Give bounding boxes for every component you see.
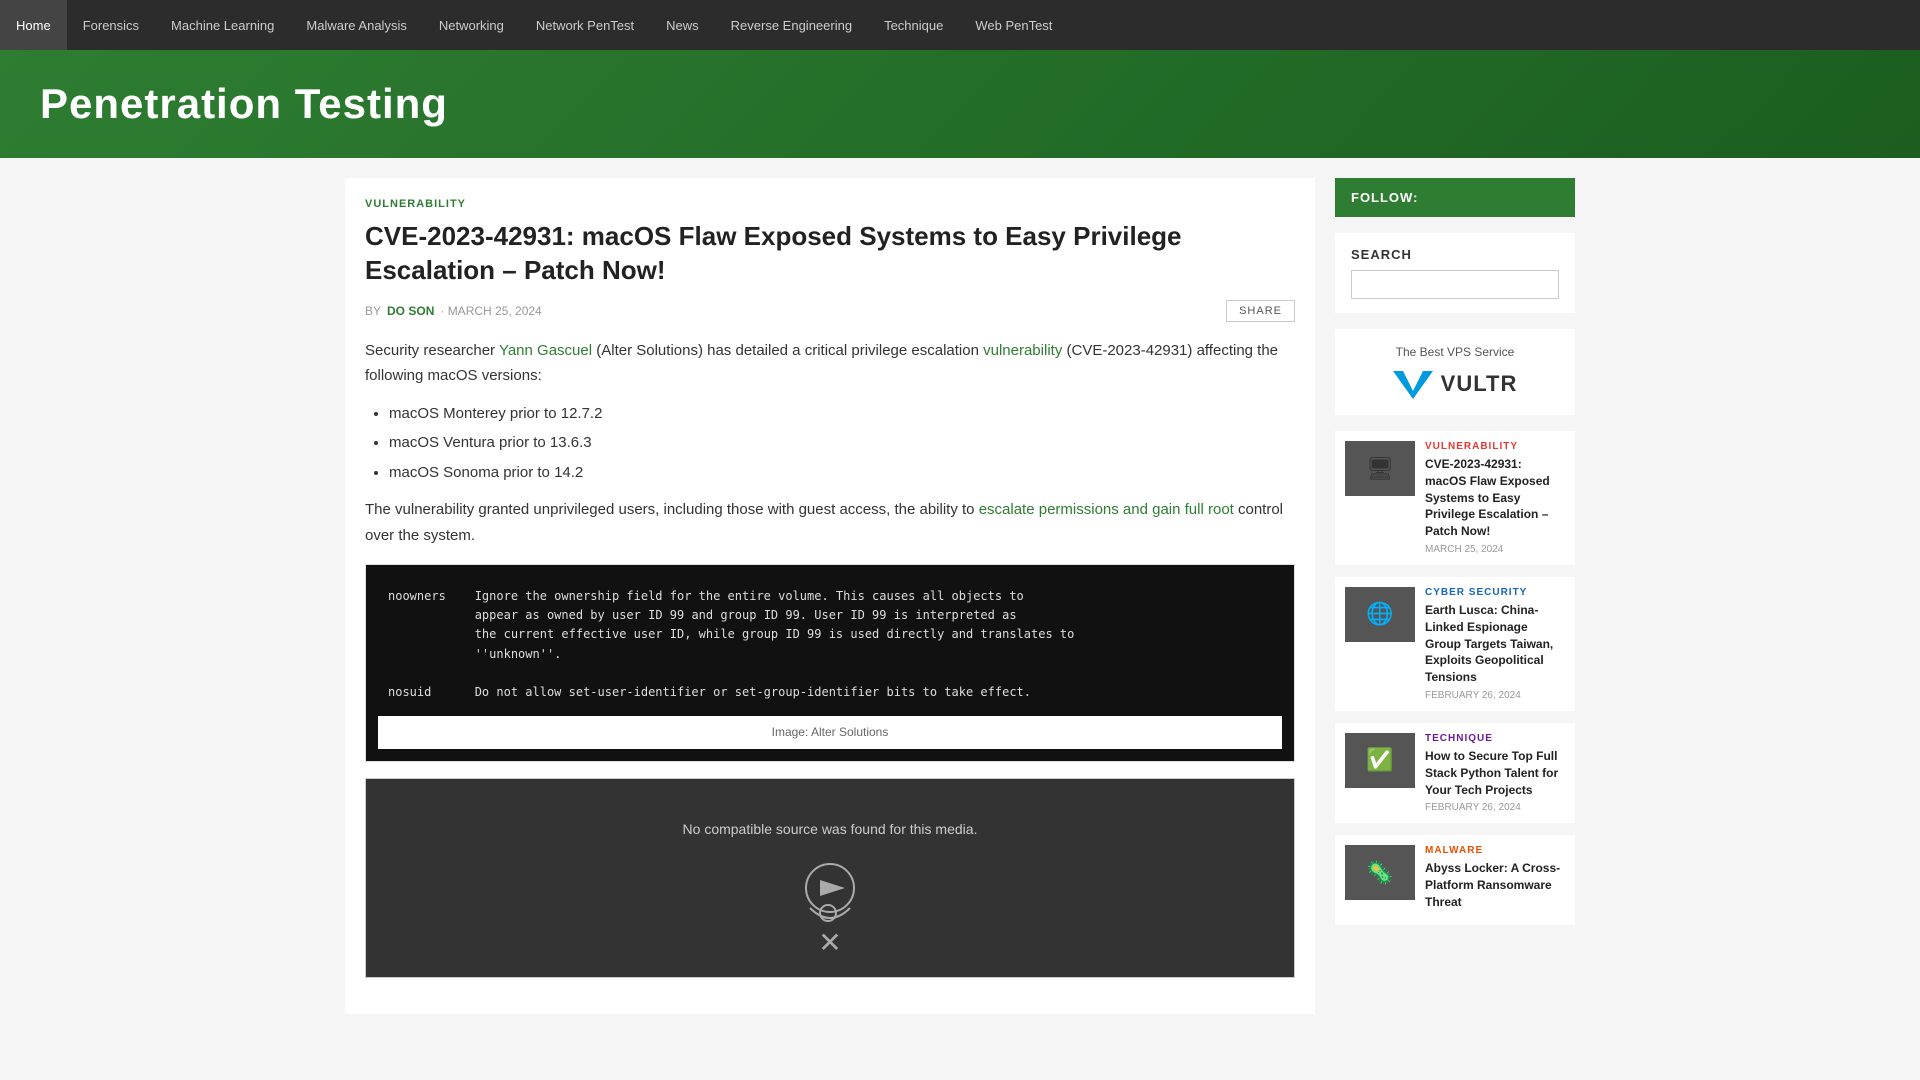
video-block[interactable]: No compatible source was found for this … (365, 778, 1295, 978)
article-author[interactable]: DO SON (387, 304, 434, 318)
main-nav: Home Forensics Machine Learning Malware … (0, 0, 1920, 50)
vultr-label: VULTR (1441, 371, 1518, 397)
image-caption: Image: Alter Solutions (378, 716, 1282, 748)
nav-malware-analysis[interactable]: Malware Analysis (290, 0, 422, 50)
vultr-icon (1393, 369, 1433, 399)
intro-text: Security researcher (365, 342, 499, 359)
article-info-3: TECHNIQUE How to Secure Top Full Stack P… (1425, 733, 1565, 813)
article-meta: BY DO SON · MARCH 25, 2024 SHARE (365, 300, 1295, 322)
sidebar-article-2[interactable]: 🌐 CYBER SECURITY Earth Lusca: China-Link… (1335, 577, 1575, 711)
nav-home[interactable]: Home (0, 0, 67, 50)
article-info-1: VULNERABILITY CVE-2023-42931: macOS Flaw… (1425, 441, 1565, 555)
vps-title: The Best VPS Service (1351, 345, 1559, 359)
version-item: macOS Ventura prior to 13.6.3 (389, 430, 1295, 456)
article-body-p2: The vulnerability granted unprivileged u… (365, 497, 1295, 548)
article-cat-3: TECHNIQUE (1425, 733, 1565, 744)
version-list: macOS Monterey prior to 12.7.2 macOS Ven… (389, 401, 1295, 486)
code-image-block: noowners Ignore the ownership field for … (365, 564, 1295, 762)
researcher-link[interactable]: Yann Gascuel (499, 342, 592, 359)
version-item: macOS Sonoma prior to 14.2 (389, 460, 1295, 486)
nav-technique[interactable]: Technique (868, 0, 959, 50)
sidebar: FOLLOW: SEARCH The Best VPS Service VULT… (1335, 178, 1575, 1014)
search-label: SEARCH (1351, 247, 1559, 262)
thumb-icon-3: ✅ (1345, 733, 1415, 788)
sidebar-article-3[interactable]: ✅ TECHNIQUE How to Secure Top Full Stack… (1335, 723, 1575, 823)
article-cat-4: MALWARE (1425, 845, 1565, 856)
article-title-1: CVE-2023-42931: macOS Flaw Exposed Syste… (1425, 456, 1565, 540)
by-label: BY (365, 304, 381, 318)
article-date: · MARCH 25, 2024 (440, 304, 541, 318)
nav-networking[interactable]: Networking (423, 0, 520, 50)
share-button[interactable]: SHARE (1226, 300, 1295, 322)
thumb-icon-4: 🦠 (1345, 845, 1415, 900)
article-thumb-1: 🖥 (1345, 441, 1415, 496)
video-no-source: No compatible source was found for this … (683, 818, 978, 842)
thumb-icon-1: 🖥 (1345, 441, 1415, 496)
vuln-link[interactable]: vulnerability (983, 342, 1062, 359)
nav-news[interactable]: News (650, 0, 715, 50)
sidebar-article-1[interactable]: 🖥 VULNERABILITY CVE-2023-42931: macOS Fl… (1335, 431, 1575, 565)
article-cat-2: CYBER SECURITY (1425, 587, 1565, 598)
article-thumb-3: ✅ (1345, 733, 1415, 788)
thumb-icon-2: 🌐 (1345, 587, 1415, 642)
nav-forensics[interactable]: Forensics (67, 0, 155, 50)
article-title-4: Abyss Locker: A Cross-Platform Ransomwar… (1425, 860, 1565, 910)
nav-network-pentest[interactable]: Network PenTest (520, 0, 650, 50)
article-date-3: FEBRUARY 26, 2024 (1425, 802, 1565, 813)
vps-box: The Best VPS Service VULTR (1335, 329, 1575, 415)
article-intro: Security researcher Yann Gascuel (Alter … (365, 338, 1295, 389)
article-date-1: MARCH 25, 2024 (1425, 544, 1565, 555)
article-date-2: FEBRUARY 26, 2024 (1425, 690, 1565, 701)
site-header: Penetration Testing (0, 50, 1920, 158)
article-thumb-2: 🌐 (1345, 587, 1415, 642)
article-body: Security researcher Yann Gascuel (Alter … (365, 338, 1295, 978)
search-box: SEARCH (1335, 233, 1575, 313)
article-title: CVE-2023-42931: macOS Flaw Exposed Syste… (365, 220, 1295, 288)
nav-web-pentest[interactable]: Web PenTest (959, 0, 1068, 50)
body-p2-before: The vulnerability granted unprivileged u… (365, 501, 979, 518)
site-title: Penetration Testing (40, 80, 1880, 128)
nav-machine-learning[interactable]: Machine Learning (155, 0, 290, 50)
article-info-2: CYBER SECURITY Earth Lusca: China-Linked… (1425, 587, 1565, 701)
code-image: noowners Ignore the ownership field for … (378, 577, 1282, 712)
researcher-suffix: (Alter Solutions) has detailed a critica… (592, 342, 983, 359)
article-info-4: MALWARE Abyss Locker: A Cross-Platform R… (1425, 845, 1565, 914)
escalate-link[interactable]: escalate permissions and gain full root (979, 501, 1234, 518)
article-title-2: Earth Lusca: China-Linked Espionage Grou… (1425, 602, 1565, 686)
follow-box: FOLLOW: (1335, 178, 1575, 217)
close-icon[interactable]: ✕ (818, 919, 841, 967)
article-category: VULNERABILITY (365, 198, 1295, 210)
nav-reverse-engineering[interactable]: Reverse Engineering (715, 0, 868, 50)
article-title-3: How to Secure Top Full Stack Python Tale… (1425, 748, 1565, 798)
search-input[interactable] (1351, 270, 1559, 299)
article-thumb-4: 🦠 (1345, 845, 1415, 900)
sidebar-article-4[interactable]: 🦠 MALWARE Abyss Locker: A Cross-Platform… (1335, 835, 1575, 924)
main-content: VULNERABILITY CVE-2023-42931: macOS Flaw… (345, 178, 1315, 1014)
vps-logo[interactable]: VULTR (1351, 369, 1559, 399)
article-cat-1: VULNERABILITY (1425, 441, 1565, 452)
version-item: macOS Monterey prior to 12.7.2 (389, 401, 1295, 427)
